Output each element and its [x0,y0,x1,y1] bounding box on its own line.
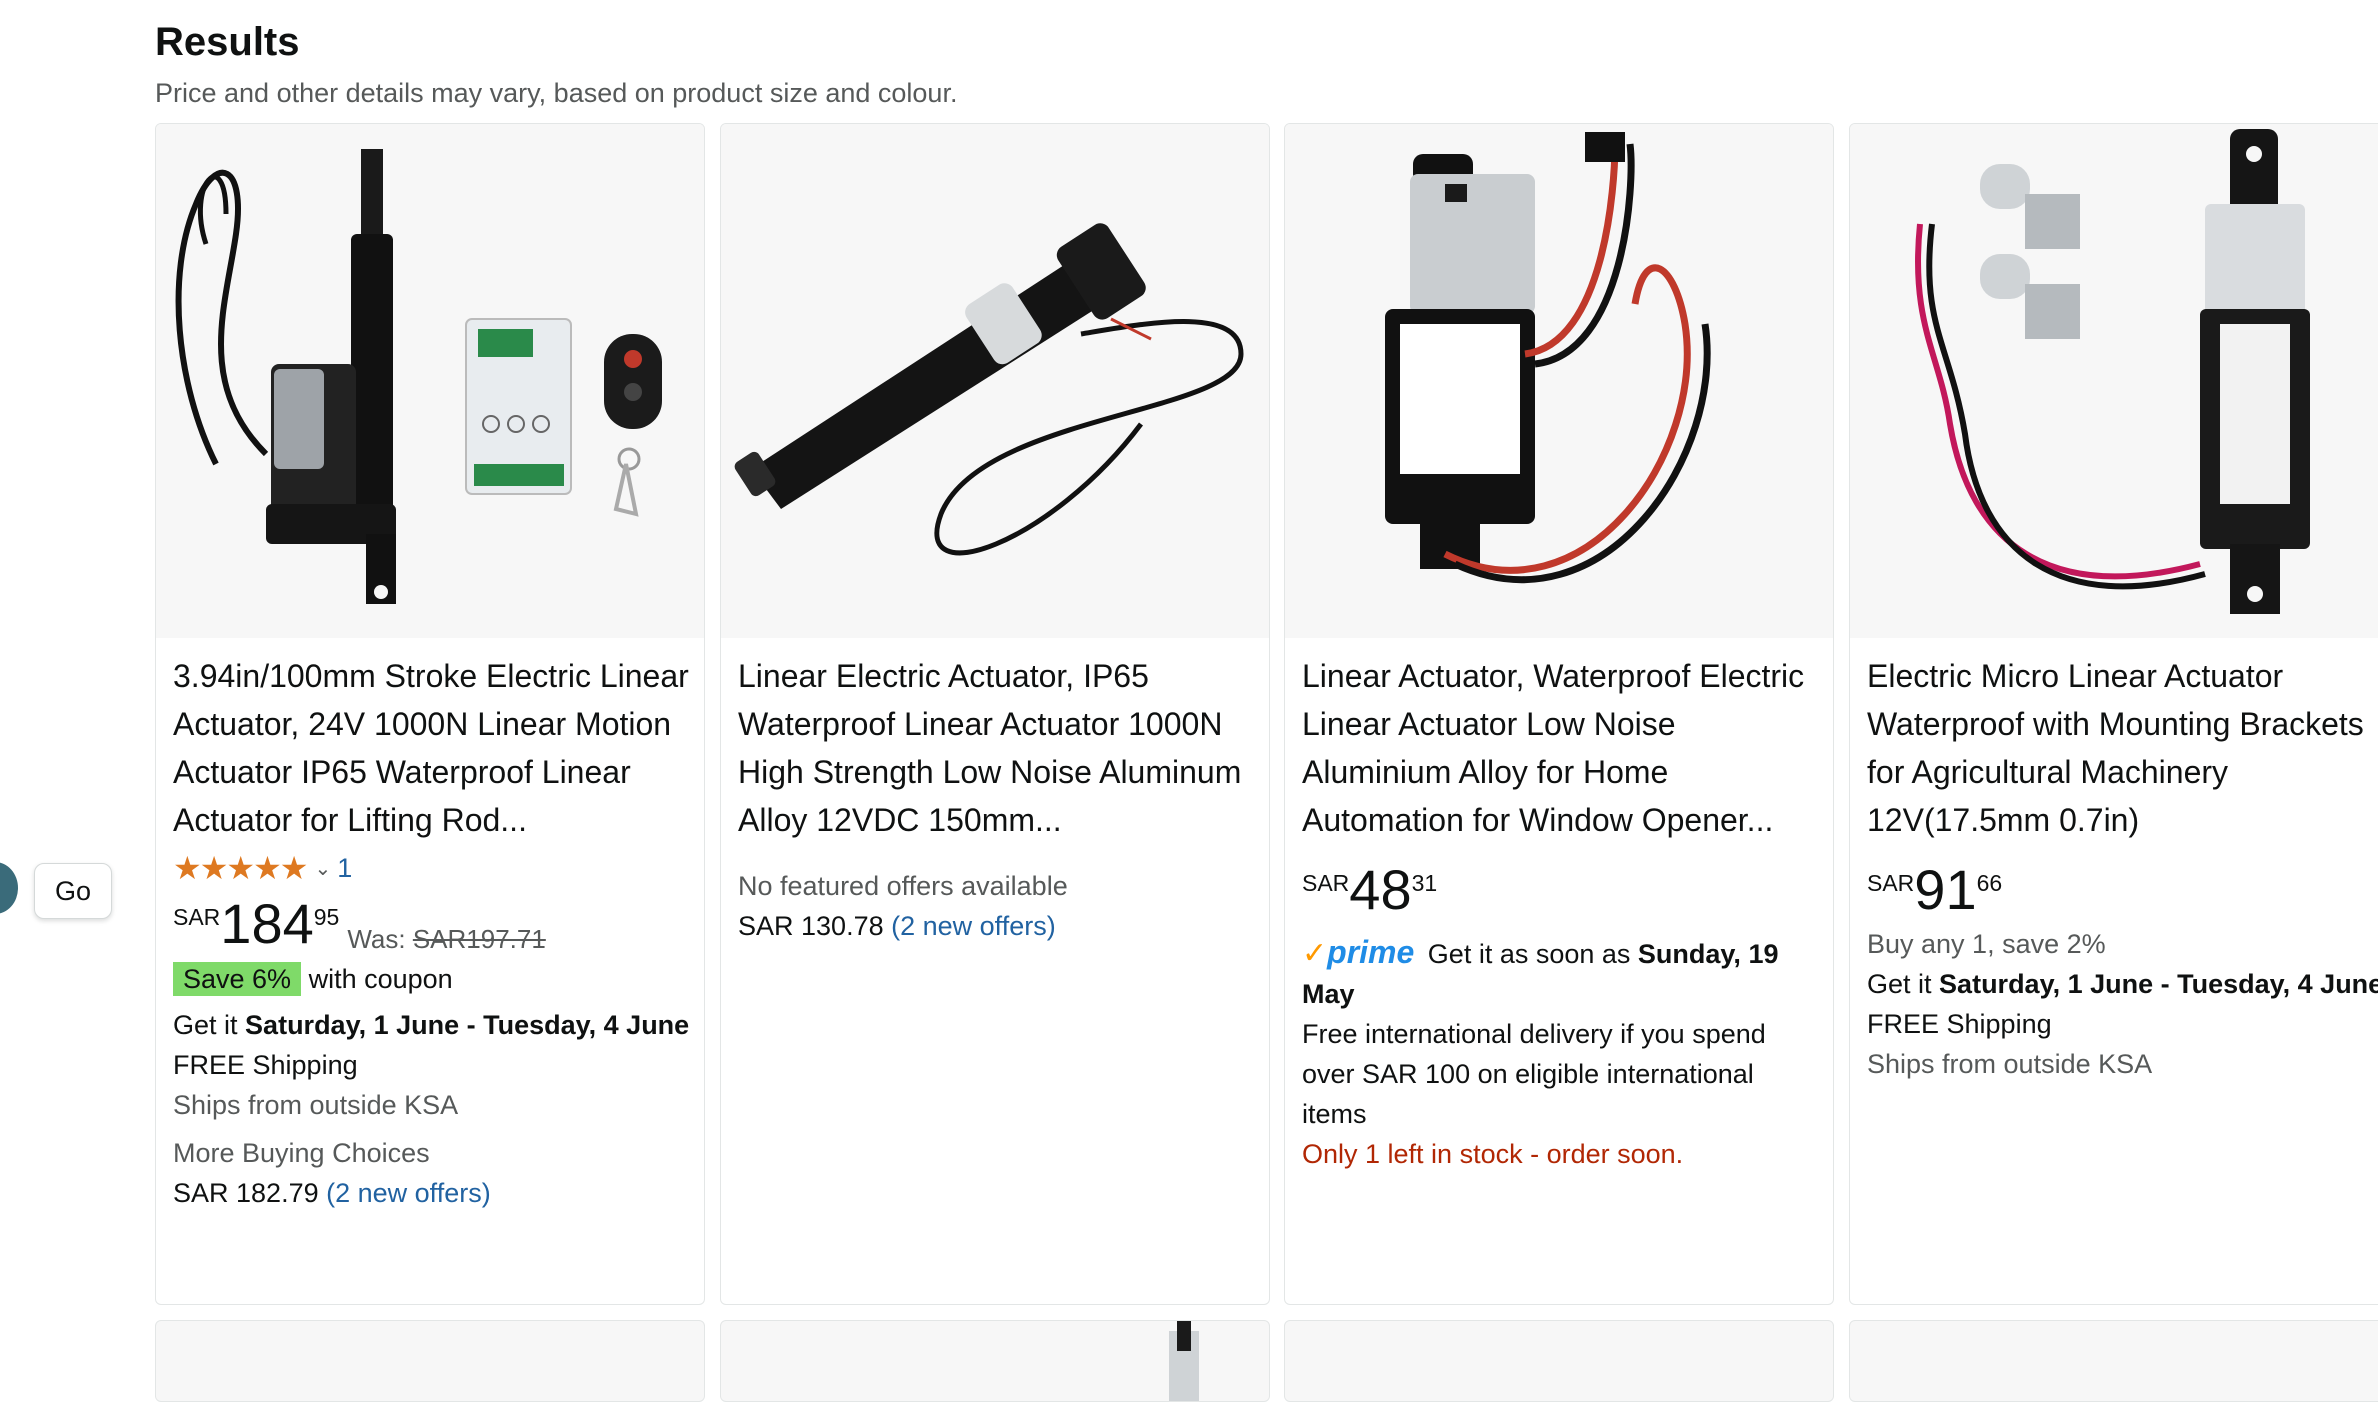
side-badge[interactable] [0,862,18,914]
price-symbol: SAR [173,904,221,930]
was-price: Was: SAR197.71 [347,924,545,955]
new-offers-link[interactable]: (2 new offers) [891,911,1056,941]
price-symbol: SAR [1302,870,1350,896]
results-subtitle: Price and other details may vary, based … [155,78,958,108]
star-icon: ★ [173,850,202,886]
delivery-dates: Saturday, 1 June - Tuesday, 4 June [245,1010,690,1040]
product-title[interactable]: Linear Electric Actuator, IP65 Waterproo… [738,652,1258,844]
price[interactable]: SAR 184 95 Was: SAR197.71 [173,896,693,955]
intl-delivery-text: Free international delivery if you spend… [1302,1019,1766,1129]
product-image[interactable] [1850,124,2378,638]
rating-count[interactable]: 1 [337,853,352,884]
more-buying-choices: More Buying Choices [173,1138,430,1168]
buy-any-text: Buy any 1, save 2% [1867,929,2106,959]
no-offers-text: No featured offers available [738,871,1068,901]
product-title[interactable]: Electric Micro Linear Actuator Waterproo… [1867,652,2378,844]
delivery-info: Get it Saturday, 1 June - Tuesday, 4 Jun… [1867,964,2378,1004]
product-image[interactable] [721,124,1269,638]
price-whole: 48 [1349,858,1412,921]
delivery-prefix: Get it [1867,969,1932,999]
go-button[interactable]: Go [34,863,112,919]
star-icon: ★ [279,850,309,886]
product-image[interactable] [1285,124,1833,638]
new-offers-link[interactable]: (2 new offers) [326,1178,491,1208]
product-card[interactable]: Electric Micro Linear Actuator Waterproo… [1849,123,2378,1305]
product-card[interactable]: Linear Actuator, Waterproof Electric Lin… [1284,123,1834,1305]
ships-from: Ships from outside KSA [1867,1049,2153,1079]
results-heading: Results [155,20,300,64]
product-title[interactable]: 3.94in/100mm Stroke Electric Linear Actu… [173,652,693,844]
price[interactable]: SAR 91 66 [1867,862,2378,918]
star-icon: ★ [253,850,282,886]
price[interactable]: SAR 48 31 [1302,862,1822,918]
product-card-next-row[interactable] [1849,1320,2378,1402]
alt-price: SAR 130.78 [738,911,884,941]
product-image[interactable] [156,124,704,638]
was-amount: SAR197.71 [412,924,546,954]
shipping-text: FREE Shipping [173,1050,358,1080]
price-whole: 184 [220,892,314,955]
was-label: Was: [347,924,406,954]
alt-price: SAR 182.79 [173,1178,319,1208]
ships-from: Ships from outside KSA [173,1090,459,1120]
delivery-dates: Saturday, 1 June - Tuesday, 4 June [1939,969,2378,999]
coupon-text: with coupon [308,964,453,994]
product-title[interactable]: Linear Actuator, Waterproof Electric Lin… [1302,652,1822,844]
price-symbol: SAR [1867,870,1915,896]
delivery-prefix: Get it [173,1010,238,1040]
price-fraction: 31 [1411,870,1438,896]
rating-stars[interactable]: ★ ★ ★ ★ ★ ⌄ 1 [173,848,693,888]
chevron-down-icon[interactable]: ⌄ [314,856,331,881]
product-card[interactable]: 3.94in/100mm Stroke Electric Linear Actu… [155,123,705,1305]
price-whole: 91 [1914,858,1977,921]
delivery-prefix: Get it as soon as [1427,939,1631,969]
stock-warning: Only 1 left in stock - order soon. [1302,1139,1684,1169]
shipping-text: FREE Shipping [1867,1009,2052,1039]
coupon-badge[interactable]: Save 6% [173,962,302,996]
star-icon: ★ [199,850,229,886]
star-icon: ★ [226,850,256,886]
product-card-next-row[interactable] [155,1320,705,1402]
delivery-info: ✓prime Get it as soon as Sunday, 19 May [1302,932,1822,1014]
price-fraction: 66 [1976,870,2003,896]
prime-logo: prime [1327,934,1415,970]
product-card-next-row[interactable] [720,1320,1270,1402]
delivery-info: Get it Saturday, 1 June - Tuesday, 4 Jun… [173,1005,693,1045]
price-fraction: 95 [313,904,340,930]
prime-check-icon: ✓ [1302,937,1328,970]
product-card[interactable]: Linear Electric Actuator, IP65 Waterproo… [720,123,1270,1305]
product-card-next-row[interactable] [1284,1320,1834,1402]
